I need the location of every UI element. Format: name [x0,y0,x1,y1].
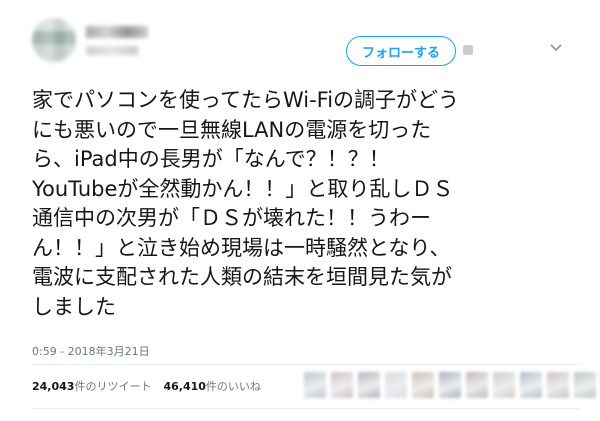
liker-avatar[interactable] [439,372,461,398]
liker-avatar[interactable] [574,372,596,398]
liker-avatar[interactable] [520,372,542,398]
tweet-text-line: 電波に支配された人類の結末を垣間見た気が [32,265,452,289]
avatar[interactable] [32,18,76,62]
divider [32,364,580,365]
tweet-text-line: YouTubeが全然動かん！！」と取り乱しＤＳ [32,176,454,201]
liker-avatar[interactable] [358,372,380,398]
liker-avatar[interactable] [331,372,353,398]
divider [32,408,580,409]
follow-button[interactable]: フォローする [346,36,456,66]
tweet-timestamp[interactable]: 0:59 - 2018年3月21日 [32,343,150,359]
like-count-link[interactable]: 46,410件のいいね [163,378,260,394]
user-name-blurred[interactable] [86,26,148,38]
tweet-text-line: 家でパソコンを使ってたらWi-Fiの調子がどう [32,88,460,112]
follow-badge-icon [463,45,473,55]
user-handle-blurred [86,46,138,55]
liker-avatar[interactable] [493,372,515,398]
like-label: 件のいいね [205,380,261,393]
liker-avatars [304,372,600,398]
like-count: 46,410 [163,380,206,393]
retweet-count-link[interactable]: 24,043件のリツイート [32,378,151,394]
tweet-text-line: にも悪いので一旦無線LANの電源を切った [32,117,432,142]
tweet-text-line: しました [32,294,116,319]
follow-button-label: フォローする [361,45,440,61]
tweet-text-line: ら、iPad中の長男が「なんで？！？！ [32,147,390,171]
retweet-count: 24,043 [32,380,75,393]
tweet-text-line: ん！！」と泣き始め現場は一時騒然となり、 [32,235,451,260]
liker-avatar[interactable] [412,372,434,398]
tweet-stats: 24,043件のリツイート 46,410件のいいね [32,378,261,394]
liker-avatar[interactable] [547,372,569,398]
liker-avatar[interactable] [385,372,407,398]
liker-avatar[interactable] [304,372,326,398]
liker-avatar[interactable] [466,372,488,398]
tweet-card: フォローする 家でパソコンを使ってたらWi-Fiの調子がどう にも悪いので一旦無… [0,0,600,421]
tweet-text-line: 通信中の次男が「ＤＳが壊れた！！うわー [32,206,431,230]
retweet-label: 件のリツイート [74,380,152,393]
tweet-text: 家でパソコンを使ってたらWi-Fiの調子がどう にも悪いので一旦無線LANの電源… [32,86,577,322]
chevron-down-icon[interactable] [548,40,564,56]
